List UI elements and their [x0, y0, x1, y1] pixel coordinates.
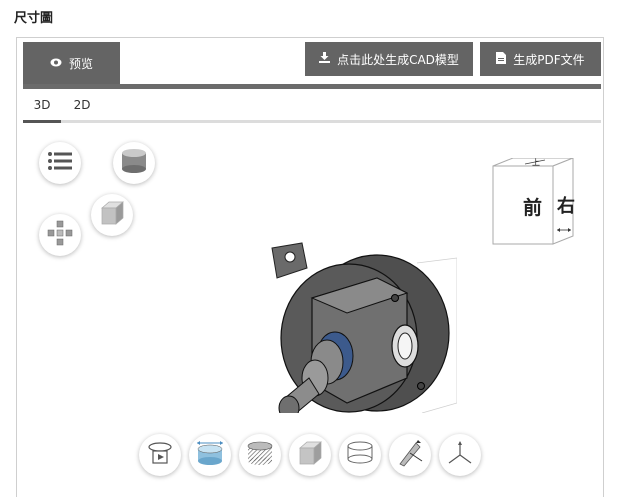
eye-icon — [50, 56, 62, 70]
solid-cube-icon — [297, 440, 323, 470]
tab-3d[interactable]: 3D — [23, 94, 61, 123]
part-list-button[interactable] — [39, 142, 81, 184]
cylinder-shaded-icon — [121, 149, 147, 177]
view-cube[interactable]: 前 右 上 — [475, 158, 577, 246]
download-icon — [319, 52, 331, 66]
generate-cad-button[interactable]: 点击此处生成CAD模型 — [305, 42, 473, 76]
animate-rotation-button[interactable] — [139, 434, 181, 476]
hatched-cylinder-icon — [246, 439, 274, 471]
view-mode-tabs: 3D 2D — [23, 94, 601, 123]
axes-icon — [446, 439, 474, 471]
dimension-view-button[interactable] — [189, 434, 231, 476]
coordinate-axes-button[interactable] — [439, 434, 481, 476]
solid-render-button[interactable] — [289, 434, 331, 476]
encoder-3d-model[interactable] — [257, 238, 457, 413]
solid-view-button[interactable] — [91, 194, 133, 236]
section-view-button[interactable] — [239, 434, 281, 476]
cube-shaded-icon — [99, 200, 125, 230]
tab-preview[interactable]: 预览 — [23, 42, 120, 84]
viewer-panel: 预览 点击此处生成CAD模型 生成PDF文件 3D 2D 前 右 上 — [16, 37, 604, 497]
viewer-toolbar: 预览 点击此处生成CAD模型 生成PDF文件 — [23, 42, 601, 89]
page-title: 尺寸圖 — [14, 11, 54, 26]
section-dimension-icon — [195, 439, 225, 471]
generate-cad-label: 点击此处生成CAD模型 — [337, 52, 459, 67]
generate-pdf-button[interactable]: 生成PDF文件 — [480, 42, 601, 76]
generate-pdf-label: 生成PDF文件 — [513, 52, 585, 67]
measure-button[interactable] — [389, 434, 431, 476]
shaded-view-button[interactable] — [113, 142, 155, 184]
tab-preview-label: 预览 — [68, 56, 93, 71]
explode-view-button[interactable] — [39, 214, 81, 256]
viewcube-top-label[interactable]: 上 — [532, 158, 540, 167]
explode-icon — [46, 219, 74, 251]
rotate-play-icon — [146, 439, 174, 471]
list-icon — [48, 152, 72, 174]
wireframe-render-button[interactable] — [339, 434, 381, 476]
viewcube-front-label[interactable]: 前 — [523, 196, 542, 219]
viewcube-right-label[interactable]: 右 — [557, 195, 575, 217]
measure-angle-icon — [396, 439, 424, 471]
tab-2d[interactable]: 2D — [69, 94, 95, 120]
wireframe-cylinder-icon — [346, 440, 374, 470]
pdf-file-icon — [496, 51, 507, 67]
